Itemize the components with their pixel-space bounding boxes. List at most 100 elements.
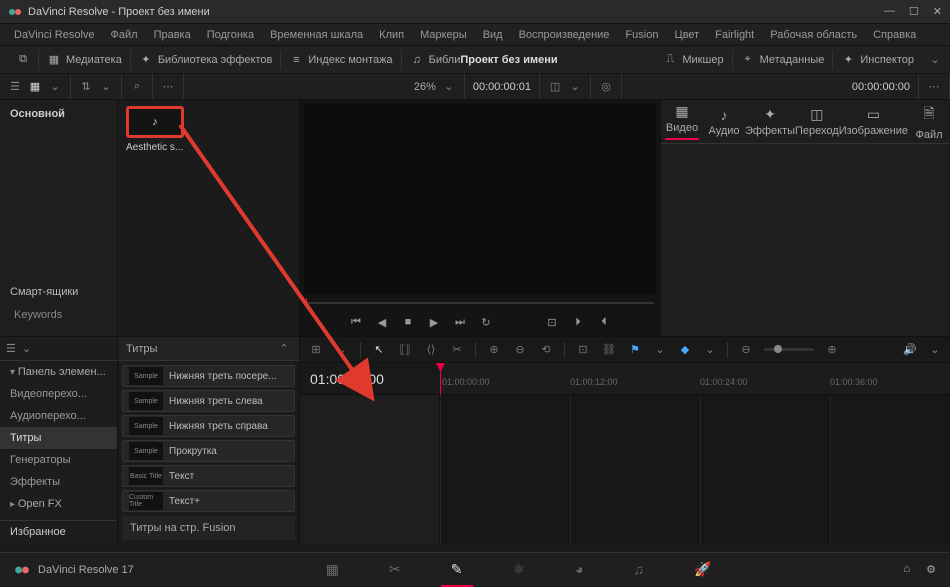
edit-index-button[interactable]: ≡Индекс монтажа	[281, 50, 401, 70]
play-button[interactable]: ▶	[426, 316, 442, 329]
menu-item[interactable]: Цвет	[668, 27, 705, 43]
expand-button[interactable]: ⌄	[928, 53, 942, 67]
match-frame-button[interactable]: ⊡	[544, 316, 560, 329]
master-bin[interactable]: Основной	[0, 100, 117, 128]
media-pool-button[interactable]: ▦Медиатека	[39, 50, 131, 70]
stop-button[interactable]: ■	[400, 316, 416, 328]
chevron-down-icon[interactable]: ⌄	[48, 80, 62, 94]
menu-item[interactable]: Рабочая область	[764, 27, 863, 43]
chevron-down-icon[interactable]: ⌄	[99, 80, 113, 94]
menu-item[interactable]: Fairlight	[709, 27, 760, 43]
minimize-button[interactable]: —	[884, 5, 895, 18]
menu-item[interactable]: Временная шкала	[264, 27, 369, 43]
category-item[interactable]: Видеоперехо...	[0, 383, 117, 405]
inspector-tab-audio[interactable]: ♪Аудио	[703, 100, 745, 143]
dynamic-trim-icon[interactable]: ⟨⟩	[423, 343, 439, 356]
fairlight-page-button[interactable]: ♫	[634, 561, 645, 578]
menu-item[interactable]: Fusion	[619, 27, 664, 43]
chevron-down-icon[interactable]: ⌄	[334, 343, 350, 356]
blade-tool-icon[interactable]: ✂	[449, 343, 465, 356]
fusion-titles-header[interactable]: Титры на стр. Fusion	[130, 522, 236, 534]
media-clip[interactable]: ♪ Aesthetic s...	[126, 106, 186, 153]
edit-page-button[interactable]: ✎	[451, 561, 463, 578]
chevron-down-icon[interactable]: ⌄	[653, 343, 667, 357]
inspector-tab-image[interactable]: ▭Изображение	[839, 100, 908, 143]
in-point-button[interactable]: ⏵	[570, 316, 586, 329]
favorites-item[interactable]: Избранное	[0, 521, 117, 543]
marker-icon[interactable]: ◆	[677, 343, 693, 356]
menu-item[interactable]: Клип	[373, 27, 410, 43]
smart-bins-header[interactable]: Смарт-ящики	[0, 280, 117, 304]
title-preset[interactable]: SampleНижняя треть слева	[122, 390, 295, 412]
category-item[interactable]: Эффекты	[0, 471, 117, 493]
more-icon[interactable]: ⋯	[161, 80, 175, 94]
category-item[interactable]: Аудиоперехо...	[0, 405, 117, 427]
chevron-down-icon[interactable]: ⌄	[22, 342, 31, 356]
inspector-tab-transition[interactable]: ◫Переход	[795, 100, 839, 143]
zoom-out-icon[interactable]: ⊖	[738, 343, 754, 356]
sound-library-button[interactable]: ♫Библи	[402, 50, 469, 70]
menu-item[interactable]: Вид	[477, 27, 509, 43]
zoom-value[interactable]: 26%	[414, 81, 436, 93]
inspector-tab-effects[interactable]: ✦Эффекты	[745, 100, 795, 143]
menu-item[interactable]: DaVinci Resolve	[8, 27, 101, 43]
effects-library-button[interactable]: ✦Библиотека эффектов	[131, 50, 282, 70]
menu-item[interactable]: Правка	[148, 27, 197, 43]
chevron-down-icon[interactable]: ⌄	[568, 80, 582, 94]
replace-icon[interactable]: ⟲	[538, 343, 554, 356]
fusion-page-button[interactable]: ⚛	[513, 561, 526, 578]
flag-icon[interactable]: ⚑	[627, 343, 643, 356]
track-headers[interactable]	[300, 395, 440, 544]
chevron-down-icon[interactable]: ⌄	[703, 343, 717, 357]
inspector-tab-file[interactable]: 🗎Файл	[908, 100, 950, 143]
metadata-button[interactable]: ⌖Метаданные	[733, 50, 834, 70]
out-point-button[interactable]: ⏴	[596, 316, 612, 329]
media-pool[interactable]: ♪ Aesthetic s...	[118, 100, 300, 336]
cut-page-button[interactable]: ✂	[389, 561, 401, 578]
title-preset[interactable]: Basic TitleТекст	[122, 465, 295, 487]
home-button[interactable]: ⌂	[903, 563, 910, 576]
deliver-page-button[interactable]: 🚀	[694, 561, 711, 578]
timeline-tracks[interactable]	[440, 395, 950, 544]
zoom-in-icon[interactable]: ⊕	[824, 343, 840, 356]
zoom-slider[interactable]	[764, 348, 814, 351]
layout-button[interactable]: ⧉	[8, 50, 39, 70]
color-page-button[interactable]: ◕	[575, 561, 583, 578]
title-preset[interactable]: SampleНижняя треть справа	[122, 415, 295, 437]
collapse-icon[interactable]: ⌃	[277, 342, 291, 356]
grid-view-icon[interactable]: ▦	[28, 80, 42, 94]
playhead[interactable]	[440, 363, 441, 395]
keywords-bin[interactable]: Keywords	[0, 304, 117, 326]
menu-item[interactable]: Файл	[105, 27, 144, 43]
bypass-icon[interactable]: ◎	[599, 80, 613, 94]
chevron-down-icon[interactable]: ⌄	[928, 343, 942, 357]
media-page-button[interactable]: ▦	[326, 561, 339, 578]
prev-frame-button[interactable]: ◀	[374, 316, 390, 329]
menu-item[interactable]: Подгонка	[201, 27, 260, 43]
volume-icon[interactable]: 🔊	[902, 343, 918, 356]
timeline-ruler[interactable]: 01:00:00:00 01:00:12:00 01:00:24:00 01:0…	[440, 363, 950, 394]
overwrite-icon[interactable]: ⊖	[512, 343, 528, 356]
selection-tool-icon[interactable]: ↖	[371, 343, 387, 356]
search-icon[interactable]: ⌕	[130, 80, 144, 94]
title-preset[interactable]: Custom TitleТекст+	[122, 490, 295, 512]
inspector-tab-video[interactable]: ▦Видео	[661, 100, 703, 143]
maximize-button[interactable]: ☐	[909, 5, 919, 18]
insert-icon[interactable]: ⊕	[486, 343, 502, 356]
viewer-canvas[interactable]	[304, 104, 656, 294]
next-frame-button[interactable]: ⏭	[452, 316, 468, 329]
snap-icon[interactable]: ⊡	[575, 343, 591, 356]
viewer-scrubber[interactable]	[306, 302, 654, 304]
category-item-titles[interactable]: Титры	[0, 427, 117, 449]
sort-icon[interactable]: ⇅	[79, 80, 93, 94]
timeline-options-icon[interactable]: ⊞	[308, 343, 324, 356]
menu-item[interactable]: Воспроизведение	[513, 27, 616, 43]
toolbox-header[interactable]: ▾ Панель элемен...	[0, 361, 117, 383]
close-button[interactable]: ✕	[933, 5, 942, 18]
more-icon[interactable]: ⋯	[927, 80, 941, 94]
loop-button[interactable]: ↻	[478, 316, 494, 329]
title-preset[interactable]: SampleПрокрутка	[122, 440, 295, 462]
menu-item[interactable]: Маркеры	[414, 27, 473, 43]
list-view-icon[interactable]: ☰	[8, 80, 22, 94]
chevron-down-icon[interactable]: ⌄	[442, 80, 456, 94]
